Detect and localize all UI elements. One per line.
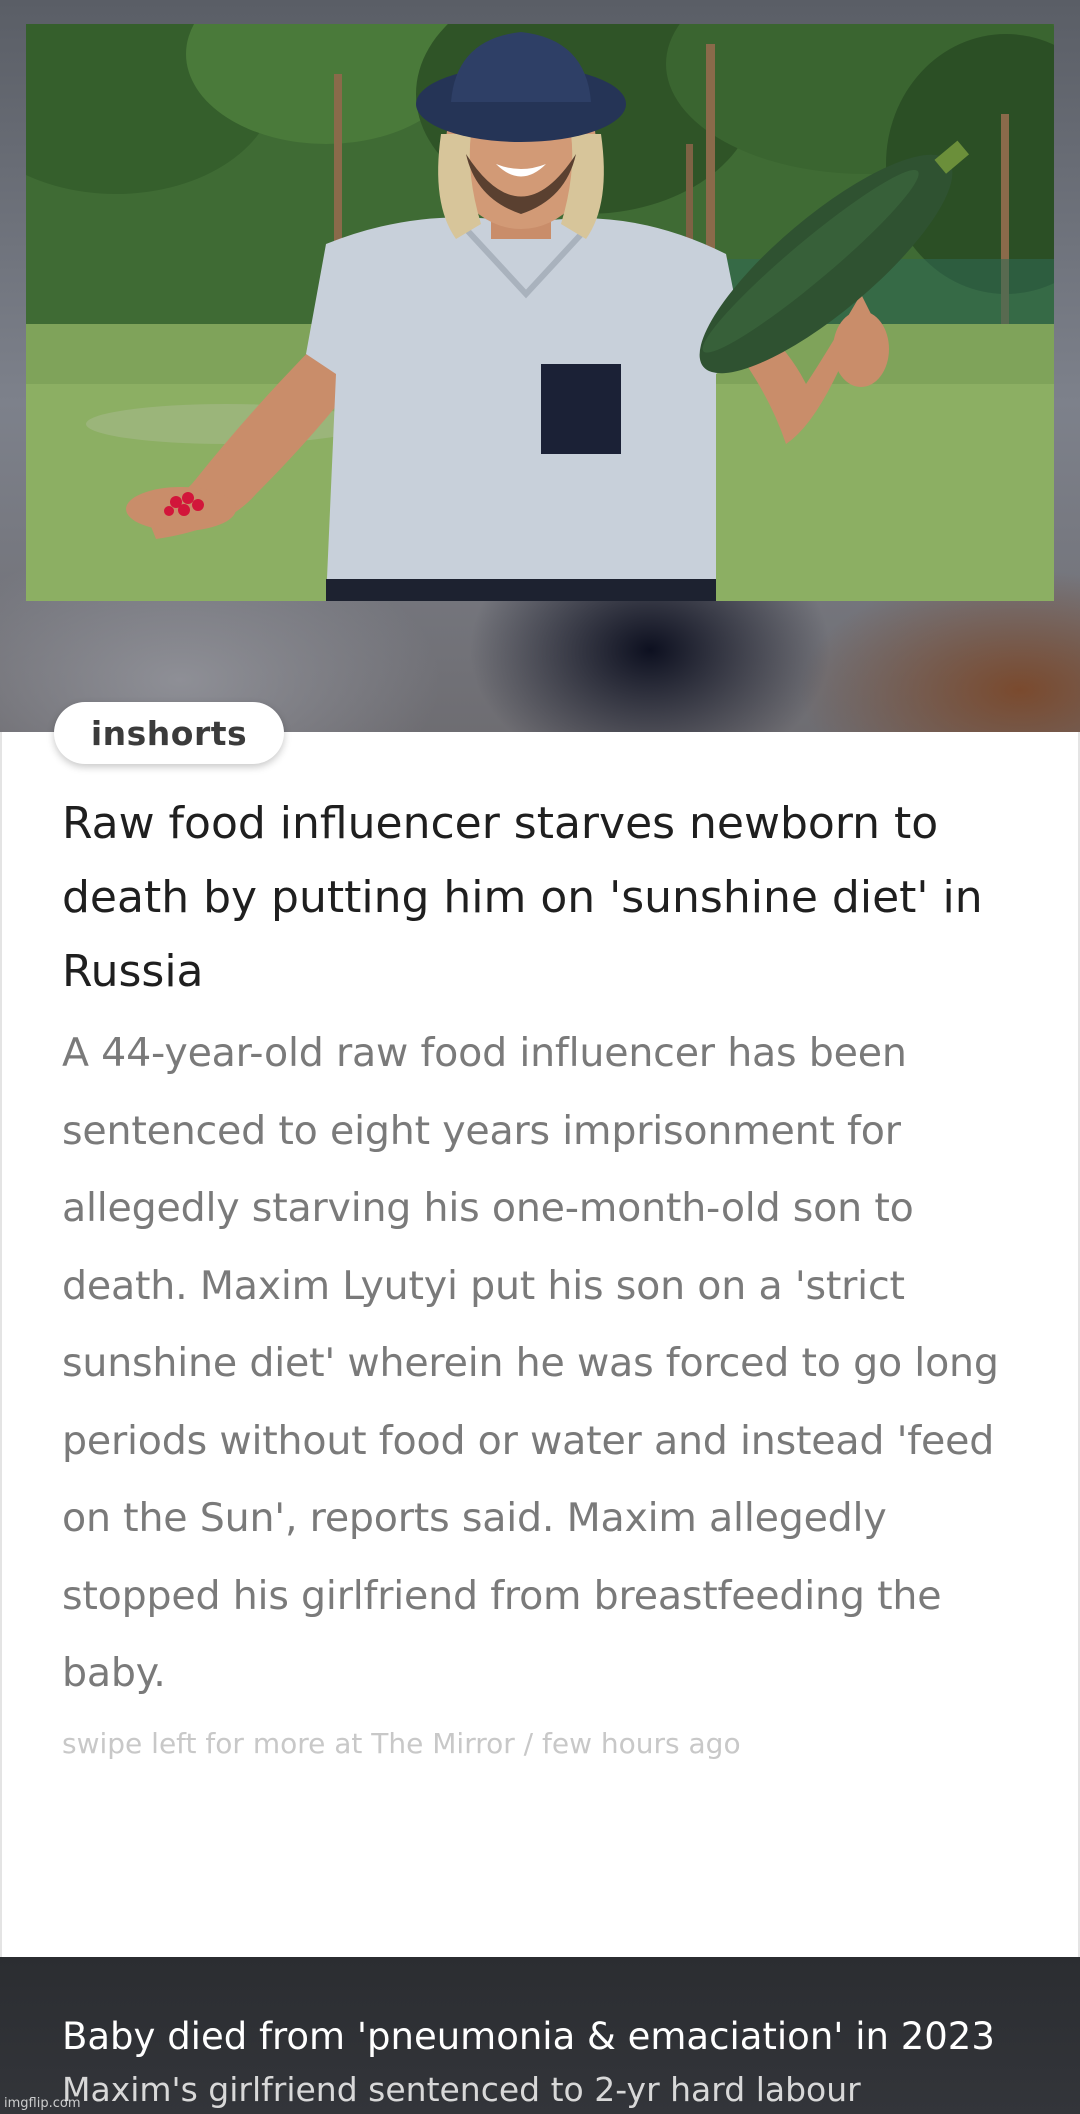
footer-teaser[interactable]: Baby died from 'pneumonia & emaciation' … — [0, 1957, 1080, 2114]
swipe-hint: swipe left for more at — [62, 1727, 372, 1760]
article-photo[interactable] — [26, 24, 1054, 601]
page: inshorts Raw food influencer starves new… — [0, 0, 1080, 2114]
article-headline: Raw food influencer starves newborn to d… — [62, 798, 983, 997]
source-line[interactable]: swipe left for more at The Mirror / few … — [62, 1727, 741, 1760]
footer-title: Baby died from 'pneumonia & emaciation' … — [62, 2015, 995, 2058]
article-body: A 44-year-old raw food influencer has be… — [62, 1030, 999, 1696]
brand-badge: inshorts — [54, 702, 284, 764]
footer-subtitle: Maxim's girlfriend sentenced to 2-yr har… — [62, 2070, 861, 2109]
source-name[interactable]: The Mirror — [371, 1727, 514, 1760]
hero-backdrop — [0, 0, 1080, 732]
source-separator: / — [514, 1727, 543, 1760]
news-card[interactable]: inshorts Raw food influencer starves new… — [0, 702, 1080, 1957]
article-photo-illustration — [26, 24, 1054, 601]
timestamp: few hours ago — [542, 1727, 741, 1760]
imgflip-watermark: imgflip.com — [4, 2096, 81, 2111]
